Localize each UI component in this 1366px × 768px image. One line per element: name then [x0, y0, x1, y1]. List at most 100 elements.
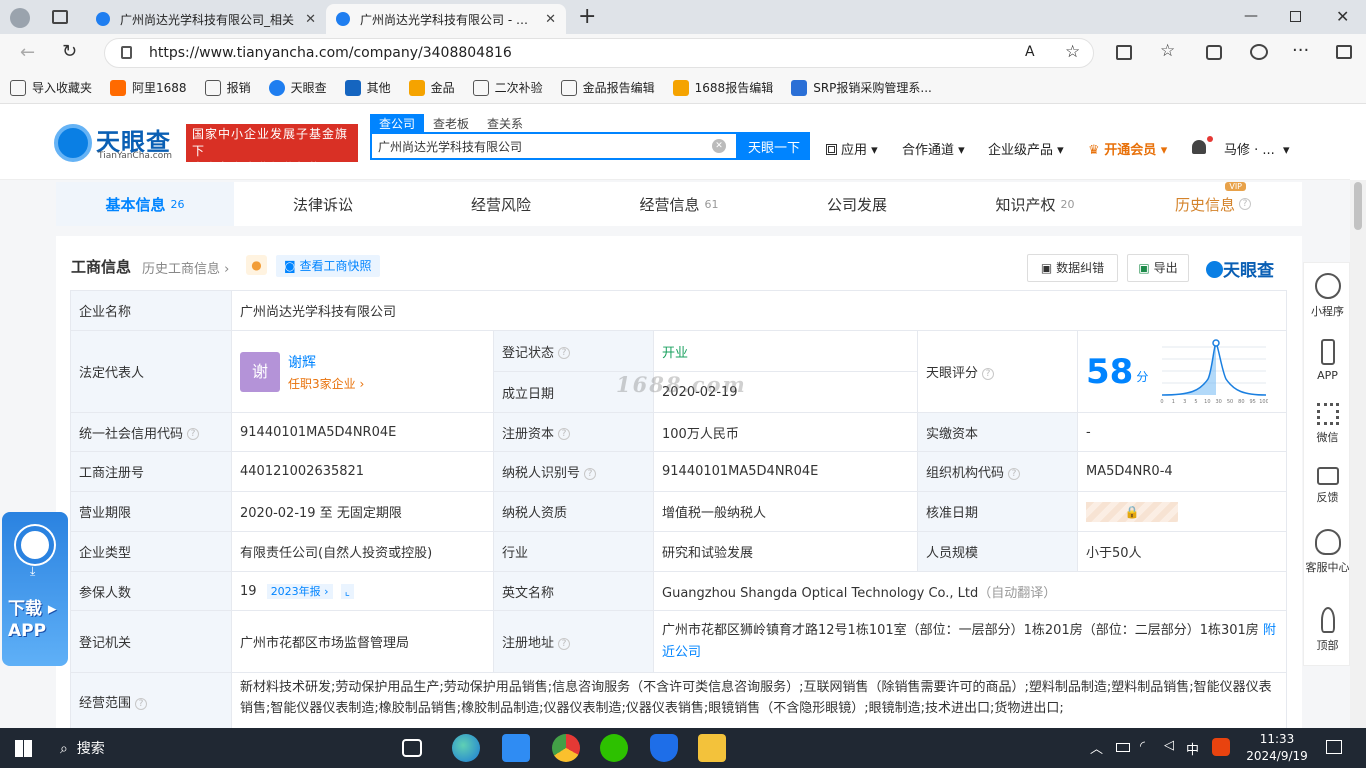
help-icon[interactable]: ?: [558, 428, 571, 440]
bookmark-tianyancha[interactable]: 天眼查: [268, 79, 327, 96]
help-icon[interactable]: ?: [558, 347, 571, 359]
browser-tab-1[interactable]: 广州尚达光学科技有限公司_相关 ✕: [86, 4, 326, 34]
score-distribution-chart[interactable]: 0 1 3 5 10 30 50 80 95 100: [1160, 338, 1268, 405]
nav-partner[interactable]: 合作通道 ▾: [902, 139, 965, 158]
shield-app-icon[interactable]: [650, 734, 678, 762]
rail-feedback[interactable]: 反馈: [1304, 467, 1351, 505]
bookmark-srp[interactable]: SRP报销采购管理系...: [791, 79, 932, 96]
search-button[interactable]: 天眼一下: [738, 132, 810, 160]
read-aloud-icon[interactable]: A: [1025, 44, 1035, 60]
rail-wechat[interactable]: 微信: [1304, 403, 1351, 445]
bookmark-1688[interactable]: 阿里1688: [110, 79, 187, 96]
tab-search-company[interactable]: 查公司: [370, 114, 425, 133]
bookmark-buyan[interactable]: 二次补验: [472, 79, 543, 96]
restore-icon[interactable]: [1290, 11, 1301, 22]
help-icon[interactable]: ?: [135, 697, 148, 710]
bookmark-baoxiao[interactable]: 报销: [204, 79, 251, 96]
wps-icon[interactable]: [502, 734, 530, 762]
nav-enterprise[interactable]: 企业级产品 ▾: [988, 139, 1064, 158]
profile-icon[interactable]: [10, 8, 30, 28]
trend-chart-icon[interactable]: ⌞: [340, 584, 354, 599]
bookmark-1688-report[interactable]: 1688报告编辑: [672, 79, 773, 96]
tab-basic-info[interactable]: 基本信息 26: [56, 182, 234, 226]
tab-ip[interactable]: 知识产权 20: [946, 182, 1124, 226]
clock[interactable]: 11:33 2024/9/19: [1246, 731, 1308, 765]
bell-follow-icon[interactable]: ●: [246, 255, 267, 275]
help-icon[interactable]: ?: [584, 467, 597, 480]
bookmark-import[interactable]: 导入收藏夹: [10, 79, 92, 96]
task-view-icon[interactable]: [402, 739, 422, 757]
sogou-icon[interactable]: [1212, 738, 1230, 756]
bookmark-jinpin[interactable]: 金品: [408, 79, 455, 96]
tab-search-relation[interactable]: 查关系: [478, 114, 532, 133]
more-menu-icon[interactable]: ···: [1292, 40, 1309, 61]
reg-capital-value: 100万人民币: [653, 412, 918, 452]
battery-icon[interactable]: [1116, 743, 1130, 752]
search-input[interactable]: 广州尚达光学科技有限公司 ✕: [370, 132, 738, 160]
snapshot-button[interactable]: ◙ 查看工商快照: [276, 255, 380, 277]
tab-risk[interactable]: 经营风险: [412, 182, 590, 226]
correct-data-button[interactable]: ▣ 数据纠错: [1027, 254, 1118, 282]
nav-vip[interactable]: ♛ 开通会员 ▾: [1088, 139, 1167, 158]
volume-icon[interactable]: ◁: [1164, 738, 1174, 753]
notification-center-icon[interactable]: [1326, 740, 1342, 754]
legal-rep-link[interactable]: 谢辉: [288, 352, 364, 372]
export-button[interactable]: ▣ 导出: [1127, 254, 1189, 282]
url-field[interactable]: https://www.tianyancha.com/company/34088…: [104, 38, 1094, 68]
legal-rep-positions-link[interactable]: 任职3家企业 ›: [288, 375, 364, 392]
wechat-icon[interactable]: [600, 734, 628, 762]
split-screen-icon[interactable]: [1116, 45, 1132, 60]
favorites-icon[interactable]: ☆: [1160, 41, 1175, 61]
help-icon[interactable]: ?: [982, 367, 995, 380]
snapshot-label: 查看工商快照: [299, 259, 372, 273]
close-tab-icon[interactable]: ✕: [545, 12, 556, 27]
taskbar-search[interactable]: ⌕ 搜索: [60, 738, 105, 758]
ime-indicator[interactable]: 中: [1186, 739, 1199, 758]
download-app-badge[interactable]: ⤓ 下载 ▸ APP: [2, 512, 68, 666]
legal-rep-avatar[interactable]: 谢: [240, 351, 280, 392]
sidebar-toggle-icon[interactable]: [1336, 45, 1352, 59]
bell-icon[interactable]: [1192, 140, 1206, 154]
extensions-icon[interactable]: [1250, 44, 1268, 60]
locked-field-icon[interactable]: 🔒: [1086, 501, 1178, 522]
close-window-icon[interactable]: ✕: [1336, 7, 1349, 26]
rail-top[interactable]: 顶部: [1304, 607, 1351, 653]
help-icon[interactable]: ?: [187, 428, 200, 440]
nav-apps[interactable]: 应用 ▾: [826, 139, 878, 158]
back-icon[interactable]: ←: [20, 42, 35, 63]
collections-icon[interactable]: [1206, 45, 1222, 60]
bookmark-jinpin-report[interactable]: 金品报告编辑: [560, 79, 655, 96]
browser-tab-2[interactable]: 广州尚达光学科技有限公司 - 天眼 ✕: [326, 4, 566, 34]
rail-service[interactable]: 客服中心: [1304, 529, 1351, 575]
edge-icon[interactable]: [452, 734, 480, 762]
new-tab-icon[interactable]: +: [578, 4, 596, 29]
help-icon[interactable]: ?: [1239, 198, 1251, 210]
help-icon[interactable]: ?: [1008, 467, 1021, 480]
tray-chevron-icon[interactable]: ︿: [1090, 738, 1103, 757]
minimize-icon[interactable]: —: [1244, 8, 1258, 24]
network-icon[interactable]: ◜: [1140, 739, 1145, 754]
annual-report-tag[interactable]: 2023年报 ›: [266, 584, 333, 599]
lock-icon[interactable]: [121, 46, 132, 59]
help-icon[interactable]: ?: [558, 637, 571, 650]
user-menu[interactable]: 马修 · ... ▾: [1224, 139, 1290, 158]
close-tab-icon[interactable]: ✕: [305, 12, 316, 27]
tab-development[interactable]: 公司发展: [768, 182, 946, 226]
chrome-icon[interactable]: [552, 734, 580, 762]
file-explorer-icon[interactable]: [698, 734, 726, 762]
tab-search-boss[interactable]: 查老板: [424, 114, 478, 133]
windows-start-icon[interactable]: [15, 740, 32, 757]
rail-app[interactable]: APP: [1304, 339, 1351, 382]
scrollbar[interactable]: [1350, 180, 1366, 728]
tab-operation[interactable]: 经营信息 61: [590, 182, 768, 226]
tab-actions-icon[interactable]: [52, 10, 68, 24]
clear-search-icon[interactable]: ✕: [712, 139, 726, 153]
rail-miniprogram[interactable]: 小程序: [1304, 273, 1351, 319]
bookmark-other[interactable]: 其他: [344, 79, 391, 96]
tab-history[interactable]: 历史信息? VIP: [1124, 182, 1302, 226]
refresh-icon[interactable]: ↻: [62, 41, 77, 62]
history-info-link[interactable]: 历史工商信息 ›: [142, 258, 229, 277]
tianyancha-logo[interactable]: 天眼查 TianYanCha.com: [54, 124, 180, 164]
favorite-star-icon[interactable]: ☆: [1065, 42, 1080, 62]
tab-litigation[interactable]: 法律诉讼: [234, 182, 412, 226]
